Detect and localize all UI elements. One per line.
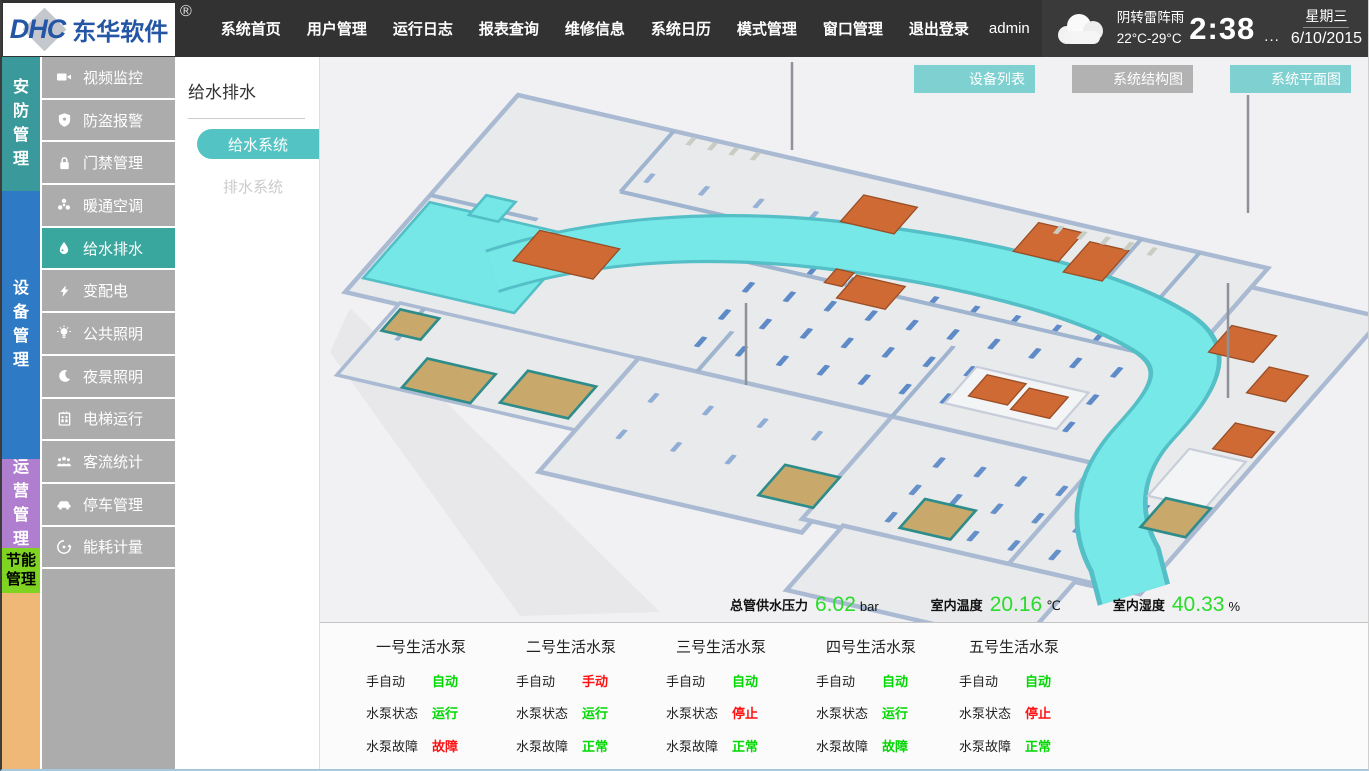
nav-item-calendar[interactable]: 系统日历 bbox=[638, 8, 724, 49]
sidebar-item-energy-metering[interactable]: 能耗计量 bbox=[42, 527, 175, 570]
sidebar-item-parking[interactable]: 停车管理 bbox=[42, 484, 175, 527]
shield-icon bbox=[55, 112, 73, 128]
sidebar-menu-filler bbox=[42, 569, 175, 771]
device-list-button[interactable]: 设备列表 bbox=[914, 65, 1035, 93]
logo-dhc-text: DHC bbox=[10, 14, 66, 45]
sidebar-item-access-control[interactable]: 门禁管理 bbox=[42, 142, 175, 185]
tank-2: 二号水箱液位 超低正常 低故障 高正常 超高正常 bbox=[748, 767, 1162, 771]
sidebar-item-night-lighting[interactable]: 夜景照明 bbox=[42, 356, 175, 399]
nav-item-logout[interactable]: 退出登录 bbox=[896, 8, 982, 49]
weather-condition: 阴转雷阵雨 bbox=[1117, 8, 1185, 29]
sidebar-item-power-distribution[interactable]: 变配电 bbox=[42, 270, 175, 313]
sidebar-category-equipment: 设备管理 bbox=[2, 191, 40, 459]
date-block: 星期三 6/10/2015 bbox=[1291, 7, 1362, 50]
sidebar-item-elevator[interactable]: 电梯运行 bbox=[42, 399, 175, 442]
dhc-logo: DHC 东华软件 bbox=[3, 3, 175, 56]
clock-suffix: ... bbox=[1264, 28, 1280, 45]
pump-status-panel: 一号生活水泵 手自动自动 水泵状态运行 水泵故障故障 二号生活水泵 手自动手动 … bbox=[320, 622, 1368, 771]
nav-item-windows[interactable]: 窗口管理 bbox=[810, 8, 896, 49]
sidebar-item-passenger-flow[interactable]: 客流统计 bbox=[42, 441, 175, 484]
weather-temp-range: 22°C-29°C bbox=[1117, 29, 1185, 50]
pump-column-2: 二号生活水泵 手自动手动 水泵状态运行 水泵故障正常 bbox=[512, 636, 662, 755]
nav-item-modes[interactable]: 模式管理 bbox=[724, 8, 810, 49]
tank-1: 一号水箱液位 超低故障 低正常 高故障 超高正常 bbox=[362, 767, 748, 771]
sidebar-item-video-monitoring[interactable]: 视频监控 bbox=[42, 57, 175, 100]
top-bar: DHC 东华软件 ® 系统首页 用户管理 运行日志 报表查询 维修信息 系统日历… bbox=[2, 0, 1368, 57]
energy-icon bbox=[55, 539, 73, 555]
submenu-item-drainage[interactable]: 排水系统 bbox=[175, 176, 319, 197]
main-view: 设备列表 系统结构图 系统平面图 总管供水压力 6.02 bar 室内温度 20… bbox=[320, 57, 1368, 771]
sidebar-category-strip: 安防管理 设备管理 运营管理 节能管理 bbox=[2, 57, 40, 771]
pump-columns: 一号生活水泵 手自动自动 水泵状态运行 水泵故障故障 二号生活水泵 手自动手动 … bbox=[362, 636, 1368, 755]
sidebar-category-filler bbox=[2, 593, 40, 771]
weather-text: 阴转雷阵雨 22°C-29°C bbox=[1117, 8, 1185, 50]
sidebar-item-public-lighting[interactable]: 公共照明 bbox=[42, 313, 175, 356]
people-icon bbox=[55, 454, 73, 470]
registered-mark: ® bbox=[180, 3, 192, 21]
sidebar-item-water-supply-drainage[interactable]: 给水排水 bbox=[42, 228, 175, 271]
system-plan-button[interactable]: 系统平面图 bbox=[1230, 65, 1351, 93]
metrics-row: 总管供水压力 6.02 bar 室内温度 20.16 ℃ 室内湿度 40.33 … bbox=[730, 593, 1240, 617]
sidebar-item-burglar-alarm[interactable]: 防盗报警 bbox=[42, 100, 175, 143]
pump-column-5: 五号生活水泵 手自动自动 水泵状态停止 水泵故障正常 bbox=[955, 636, 1101, 755]
submenu-divider bbox=[188, 118, 305, 119]
floor-plan-3d bbox=[320, 57, 1369, 622]
system-structure-button[interactable]: 系统结构图 bbox=[1072, 65, 1193, 93]
sidebar-item-hvac[interactable]: 暖通空调 bbox=[42, 185, 175, 228]
bulb-icon bbox=[55, 325, 73, 341]
nav-item-home[interactable]: 系统首页 bbox=[208, 8, 294, 49]
metric-indoor-temperature: 室内温度 20.16 ℃ bbox=[931, 593, 1061, 617]
nav-item-users[interactable]: 用户管理 bbox=[294, 8, 380, 49]
logo-company-name: 东华软件 bbox=[72, 12, 168, 47]
sidebar-category-energy: 节能管理 bbox=[2, 548, 40, 593]
view-buttons: 设备列表 系统结构图 系统平面图 bbox=[914, 65, 1351, 93]
weekday-label: 星期三 bbox=[1303, 7, 1349, 28]
nav-item-run-log[interactable]: 运行日志 bbox=[380, 8, 466, 49]
water-drop-icon bbox=[55, 240, 73, 256]
nav-item-maintenance[interactable]: 维修信息 bbox=[552, 8, 638, 49]
metric-indoor-humidity: 室内湿度 40.33 % bbox=[1113, 593, 1240, 617]
camera-icon bbox=[55, 69, 73, 85]
pump-column-4: 四号生活水泵 手自动自动 水泵状态运行 水泵故障故障 bbox=[812, 636, 955, 755]
submenu-panel: 给水排水 给水系统 排水系统 bbox=[175, 57, 320, 771]
elevator-icon bbox=[55, 411, 73, 427]
nav-item-reports[interactable]: 报表查询 bbox=[466, 8, 552, 49]
car-icon bbox=[55, 496, 73, 512]
sidebar-category-operations: 运营管理 bbox=[2, 459, 40, 548]
weather-clock-panel: 阴转雷阵雨 22°C-29°C 2:38 ... 星期三 6/10/2015 bbox=[1042, 0, 1368, 57]
logged-in-user: admin bbox=[989, 20, 1030, 37]
cloud-icon bbox=[1052, 9, 1108, 49]
moon-icon bbox=[55, 368, 73, 384]
pump-column-1: 一号生活水泵 手自动自动 水泵状态运行 水泵故障故障 bbox=[362, 636, 512, 755]
sidebar-menu: 视频监控 防盗报警 门禁管理 暖通空调 给水排水 变配电 公共照明 bbox=[40, 57, 175, 771]
lightning-icon bbox=[55, 283, 73, 299]
top-nav: 系统首页 用户管理 运行日志 报表查询 维修信息 系统日历 模式管理 窗口管理 … bbox=[208, 8, 982, 49]
lock-icon bbox=[55, 155, 73, 171]
submenu-item-water-supply[interactable]: 给水系统 bbox=[197, 129, 319, 159]
submenu-title: 给水排水 bbox=[175, 57, 319, 103]
metric-supply-pressure: 总管供水压力 6.02 bar bbox=[730, 593, 879, 617]
pump-column-3: 三号生活水泵 手自动自动 水泵状态停止 水泵故障正常 bbox=[662, 636, 812, 755]
fan-icon bbox=[55, 197, 73, 213]
sidebar-category-security: 安防管理 bbox=[2, 57, 40, 191]
clock-time: 2:38 bbox=[1189, 11, 1255, 47]
tank-level-row: 一号水箱液位 超低故障 低正常 高故障 超高正常 二号水箱液位 超低正常 低故障… bbox=[362, 767, 1368, 771]
bms-window: DHC 东华软件 ® 系统首页 用户管理 运行日志 报表查询 维修信息 系统日历… bbox=[0, 0, 1369, 771]
date-label: 6/10/2015 bbox=[1291, 28, 1362, 50]
